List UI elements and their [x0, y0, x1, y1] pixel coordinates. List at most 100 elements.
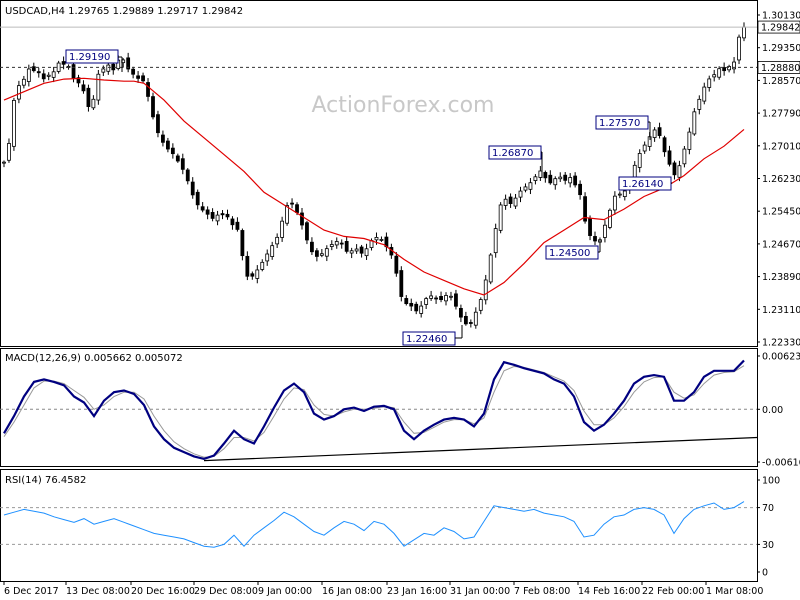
candle-body — [563, 174, 568, 181]
candle-body — [106, 64, 111, 72]
candle-body — [71, 64, 76, 79]
candle-body — [295, 204, 299, 213]
candle-body — [717, 68, 722, 78]
candle-body — [463, 315, 468, 325]
candle-body — [329, 244, 334, 247]
candle-body — [553, 178, 558, 186]
candle-body — [136, 75, 140, 79]
candle-body — [200, 206, 205, 211]
candle-body — [374, 237, 379, 241]
candle-body — [310, 241, 314, 253]
level-price-label: 1.28880 — [761, 63, 800, 74]
candle-body — [101, 68, 106, 73]
candle-body — [344, 241, 349, 252]
candle-body — [513, 197, 518, 207]
candle-body — [210, 212, 215, 219]
candle-body — [146, 82, 150, 97]
candle-body — [652, 129, 657, 138]
candle-body — [707, 78, 712, 88]
candle-body — [523, 186, 528, 191]
candle-body — [603, 224, 607, 238]
candle-body — [36, 71, 41, 74]
candle-body — [508, 196, 513, 204]
price-tick-label: 1.28570 — [762, 76, 800, 87]
candle-body — [702, 86, 707, 102]
macd-tick-label: 0.006232 — [762, 351, 800, 362]
candle-body — [488, 254, 493, 283]
current-price-label: 1.29842 — [761, 23, 800, 34]
candle-body — [612, 195, 617, 211]
candle-body — [588, 218, 592, 236]
candle-body — [454, 293, 458, 307]
candle-body — [2, 161, 6, 164]
candle-body — [483, 279, 488, 301]
candle-body — [190, 181, 195, 196]
candle-body — [409, 302, 414, 307]
candle-body — [319, 253, 324, 256]
candle-body — [468, 322, 473, 324]
candle-body — [503, 198, 508, 206]
candle-body — [434, 297, 438, 300]
candle-body — [677, 165, 682, 178]
price-header: USDCAD,H4 1.29765 1.29889 1.29717 1.2984… — [5, 6, 243, 17]
price-tick-label: 1.29350 — [762, 43, 800, 54]
candle-body — [439, 296, 443, 301]
price-tick-label: 1.23110 — [762, 305, 800, 316]
candle-body — [165, 140, 170, 150]
candle-body — [215, 214, 220, 222]
candle-body — [379, 239, 384, 241]
candle-body — [260, 261, 265, 270]
candle-body — [12, 99, 16, 147]
candle-body — [493, 228, 498, 254]
x-tick-label: 22 Feb 00:00 — [642, 586, 704, 597]
candle-body — [404, 298, 409, 305]
candle-body — [349, 250, 354, 254]
macd-header: MACD(12,26,9) 0.005662 0.005072 — [5, 353, 183, 364]
candle-body — [444, 295, 448, 302]
candle-body — [175, 155, 180, 162]
candle-body — [548, 174, 553, 184]
candle-body — [170, 147, 175, 155]
candle-body — [573, 175, 578, 186]
rsi-panel — [0, 469, 758, 582]
candle-body — [593, 236, 597, 242]
forex-chart: ActionForex.com 1.29190 1.22460 1.26870 1.2… — [0, 0, 800, 597]
candle-body — [637, 153, 642, 168]
candle-body — [46, 74, 51, 77]
x-tick-label: 20 Dec 16:00 — [131, 586, 195, 597]
candle-body — [290, 202, 294, 205]
candle-body — [364, 248, 369, 257]
annotation-label: 1.24500 — [549, 248, 590, 259]
price-tick-label: 1.30130 — [762, 11, 800, 22]
candle-body — [429, 295, 434, 299]
candle-body — [622, 190, 627, 198]
macd-tick-label: -0.006163 — [762, 458, 800, 469]
candle-body — [235, 221, 240, 230]
candle-body — [91, 98, 96, 109]
candle-body — [86, 87, 91, 107]
candle-body — [185, 169, 190, 182]
candle-body — [180, 158, 185, 170]
candle-body — [528, 182, 533, 190]
candle-body — [608, 209, 612, 228]
candle-body — [230, 218, 235, 226]
candle-body — [56, 62, 61, 72]
candle-body — [399, 270, 404, 297]
candle-body — [617, 193, 622, 196]
candle-body — [195, 191, 200, 206]
candle-body — [275, 236, 280, 245]
price-tick-label: 1.25450 — [762, 207, 800, 218]
candle-body — [21, 78, 26, 86]
annotation-label: 1.29190 — [69, 52, 110, 63]
candle-body — [41, 73, 46, 80]
candle-body — [578, 183, 583, 196]
candle-body — [354, 248, 359, 252]
candle-body — [473, 311, 478, 326]
candle-body — [151, 96, 155, 118]
price-tick-label: 1.24670 — [762, 239, 800, 250]
candle-body — [687, 131, 692, 150]
candle-body — [459, 308, 463, 318]
candle-body — [141, 75, 145, 82]
candle-body — [742, 26, 746, 39]
candle-body — [642, 144, 647, 152]
